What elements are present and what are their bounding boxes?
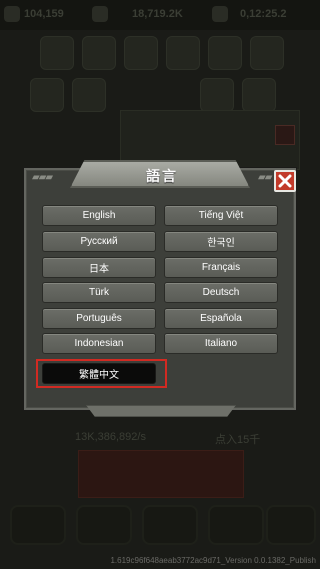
language-option-german[interactable]: Deutsch (164, 282, 278, 303)
background-close-icon (275, 125, 295, 145)
language-option-turkish[interactable]: Türk (42, 282, 156, 303)
resource-count-1: 104,159 (24, 8, 64, 20)
language-option-french[interactable]: Français (164, 257, 278, 278)
language-dialog: 語言 ▰▰▰ ▰▰ English Tiếng Việt Русский 한국인… (24, 160, 296, 417)
resource-count-2: 18,719.2K (132, 8, 183, 20)
close-button[interactable] (274, 170, 296, 192)
background-slots-row-1 (20, 36, 300, 70)
background-stat: 13K,386,892/s (75, 431, 146, 443)
language-option-korean[interactable]: 한국인 (164, 231, 278, 252)
rivet-decoration: ▰▰▰ (32, 172, 53, 183)
language-option-english[interactable]: English (42, 205, 156, 226)
timer-icon (212, 6, 228, 22)
resource-bar: 104,159 18,719.2K 0,12:25.2 (0, 0, 320, 30)
language-option-traditional-chinese[interactable]: 繁體中文 (42, 363, 156, 384)
close-icon (278, 174, 292, 188)
language-option-portuguese[interactable]: Português (42, 308, 156, 329)
rivet-decoration: ▰▰ (258, 172, 272, 183)
language-option-japanese[interactable]: 日本 (42, 257, 156, 278)
language-option-spanish[interactable]: Española (164, 308, 278, 329)
language-option-russian[interactable]: Русский (42, 231, 156, 252)
background-slots-row-2 (20, 78, 300, 112)
background-logo (0, 505, 320, 545)
dialog-footer (86, 405, 236, 417)
resource-count-3: 0,12:25.2 (240, 8, 287, 20)
language-option-italian[interactable]: Italiano (164, 333, 278, 354)
background-stat: 点入15千 (215, 434, 261, 446)
background-action-button (78, 450, 244, 498)
coin-icon (4, 6, 20, 22)
gem-icon (92, 6, 108, 22)
build-version-text: 1.619c96f648aeab3772ac9d71_Version 0.0.1… (110, 556, 316, 565)
language-option-indonesian[interactable]: Indonesian (42, 333, 156, 354)
language-option-vietnamese[interactable]: Tiếng Việt (164, 205, 278, 226)
